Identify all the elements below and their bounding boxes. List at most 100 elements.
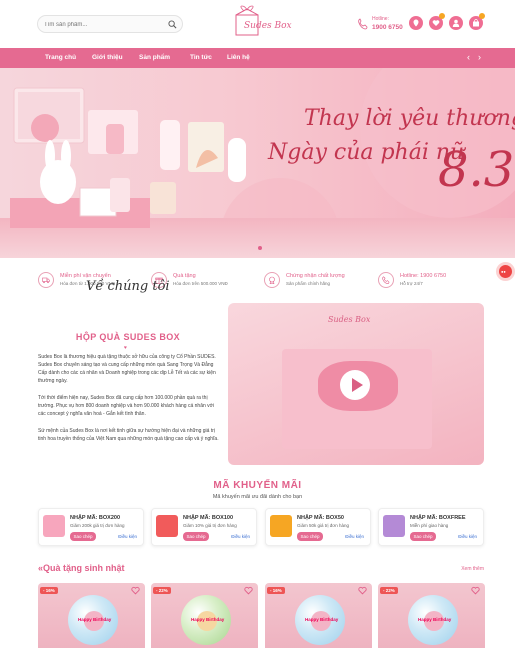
feature-subtitle: Hóa đơn trên 500.000 VNĐ <box>173 281 228 286</box>
store-location-button[interactable] <box>409 16 423 30</box>
coupon-gift-icon <box>156 515 178 537</box>
copy-button[interactable]: Sao chép <box>410 532 436 541</box>
coupon-code: NHẬP MÃ: BOX50 <box>297 515 344 521</box>
product-card[interactable]: Happy Birthday - 22% <box>378 583 485 648</box>
search-input[interactable] <box>44 19 162 30</box>
hotline[interactable]: Hotline: 1900 6750 <box>358 14 408 36</box>
about-heading: Về chúng tôi <box>86 279 170 294</box>
user-icon <box>452 19 460 27</box>
wishlist-button[interactable] <box>429 13 445 30</box>
about-title: HỘP QUÀ SUDES BOX <box>75 332 181 342</box>
heart-icon[interactable] <box>131 586 140 595</box>
condition-link[interactable]: Điều kiện <box>345 534 364 539</box>
heart-icon[interactable] <box>244 586 253 595</box>
feature-title: Chứng nhận chất lượng <box>286 273 345 279</box>
badge-icon <box>269 276 275 284</box>
discount-badge: - 16% <box>267 587 285 594</box>
hotline-label: Hotline: <box>372 16 389 22</box>
nav-about[interactable]: Giới thiệu <box>92 54 123 61</box>
promo-title: MÃ KHUYẾN MÃI <box>213 480 302 491</box>
nav-news[interactable]: Tin tức <box>190 54 212 61</box>
feature-icon-wrap <box>378 272 394 288</box>
coupon-gift-icon <box>383 515 405 537</box>
product-card[interactable]: Happy Birthday - 16% <box>38 583 145 648</box>
coupon-code: NHẬP MÃ: BOX100 <box>183 515 234 521</box>
discount-badge: - 16% <box>40 587 58 594</box>
feature-icon-wrap <box>38 272 54 288</box>
coupon-card: NHẬP MÃ: BOX50 Giảm 50k giá trị đơn hàng… <box>265 508 371 546</box>
gift-products-illustration <box>10 87 246 228</box>
nav-products[interactable]: Sản phẩm <box>139 54 170 61</box>
truck-icon <box>42 277 50 284</box>
main-nav: Trang chủ Giới thiệu Sản phẩm Tin tức Li… <box>0 48 515 108</box>
product-image-label: Happy Birthday <box>78 617 112 622</box>
see-more-link[interactable]: Xem thêm <box>461 566 484 572</box>
play-icon <box>352 378 363 392</box>
video-logo-text: Sudes Box <box>328 315 371 324</box>
floating-chat-button[interactable]: ●● <box>496 262 515 281</box>
feature-title: Quà tặng <box>173 273 196 279</box>
map-pin-icon <box>413 19 419 27</box>
nav-contact[interactable]: Liên hệ <box>227 54 250 61</box>
coupon-desc: Giảm 200k giá trị đơn hàng <box>70 523 125 528</box>
banner-date-number: 8.3 <box>438 142 515 198</box>
cart-count-badge <box>479 13 485 19</box>
heart-icon <box>432 20 440 26</box>
product-image-label: Happy Birthday <box>191 617 225 622</box>
coupon-card: NHẬP MÃ: BOX100 Giảm 10% giá trị đơn hàn… <box>151 508 257 546</box>
feature-item: Chứng nhận chất lượng Sản phẩm chính hãn… <box>264 270 374 294</box>
slider-dot[interactable] <box>258 246 262 250</box>
phone-icon <box>358 18 368 30</box>
search-icon[interactable] <box>168 20 177 29</box>
copy-button[interactable]: Sao chép <box>297 532 323 541</box>
chat-icon: ●● <box>501 269 506 274</box>
banner-headline-1: Thay lời yêu thương <box>304 106 515 131</box>
coupon-gift-icon <box>270 515 292 537</box>
nav-home[interactable]: Trang chủ <box>45 54 76 61</box>
feature-icon-wrap <box>264 272 280 288</box>
phone-icon <box>382 276 390 284</box>
coupon-desc: Giảm 10% giá trị đơn hàng <box>183 523 237 528</box>
heart-icon[interactable] <box>471 586 480 595</box>
cart-button[interactable] <box>469 13 485 30</box>
coupon-desc: Miễn phí giao hàng <box>410 523 449 528</box>
coupon-code: NHẬP MÃ: BOX200 <box>70 515 121 521</box>
feature-item: Hotline: 1900 6750 Hỗ trợ 24/7 <box>378 270 488 294</box>
section-title-text: Quà tặng sinh nhật <box>43 563 125 573</box>
product-card[interactable]: Happy Birthday - 16% <box>265 583 372 648</box>
about-paragraph: Sudes Box là thương hiệu quà tặng thuộc … <box>38 354 216 384</box>
copy-button[interactable]: Sao chép <box>70 532 96 541</box>
feature-subtitle: Sản phẩm chính hãng <box>286 281 331 286</box>
coupon-gift-icon <box>43 515 65 537</box>
features-bar: Miễn phí vận chuyển Hóa đơn từ 1.000.000… <box>0 266 515 298</box>
account-button[interactable] <box>449 16 463 30</box>
play-button[interactable] <box>340 370 370 400</box>
hotline-number: 1900 6750 <box>372 24 403 31</box>
coupon-code: NHẬP MÃ: BOXFREE <box>410 515 466 521</box>
search-box <box>37 15 183 33</box>
coupon-card: NHẬP MÃ: BOX200 Giảm 200k giá trị đơn hà… <box>38 508 144 546</box>
logo[interactable]: Sudes Box <box>226 5 292 43</box>
hero-banner[interactable]: Thay lời yêu thương Ngày của phái nữ 8.3 <box>0 68 515 258</box>
wishlist-count-badge <box>439 13 445 19</box>
promo-subtitle: Mã khuyến mãi ưu đãi dành cho bạn <box>212 494 303 500</box>
about-video[interactable]: Sudes Box <box>228 303 484 465</box>
feature-subtitle: Hỗ trợ 24/7 <box>400 281 423 286</box>
copy-button[interactable]: Sao chép <box>183 532 209 541</box>
condition-link[interactable]: Điều kiện <box>458 534 477 539</box>
section-title: «Quà tặng sinh nhật <box>38 563 125 573</box>
condition-link[interactable]: Điều kiện <box>231 534 250 539</box>
nav-next-icon[interactable]: › <box>478 52 481 62</box>
feature-title: Hotline: 1900 6750 <box>400 273 447 279</box>
product-image-label: Happy Birthday <box>418 617 452 622</box>
product-image-label: Happy Birthday <box>305 617 339 622</box>
product-card[interactable]: Happy Birthday - 22% <box>151 583 258 648</box>
coupon-card: NHẬP MÃ: BOXFREE Miễn phí giao hàng Sao … <box>378 508 484 546</box>
discount-badge: - 22% <box>153 587 171 594</box>
shopping-bag-icon <box>473 19 479 27</box>
about-paragraph: Tới thời điểm hiện nay, Sudes Box đã cun… <box>38 395 215 417</box>
nav-prev-icon[interactable]: ‹ <box>467 52 470 62</box>
about-paragraph: Sứ mệnh của Sudes Box là nơi kết tinh gi… <box>38 428 219 442</box>
heart-icon[interactable] <box>358 586 367 595</box>
condition-link[interactable]: Điều kiện <box>118 534 137 539</box>
